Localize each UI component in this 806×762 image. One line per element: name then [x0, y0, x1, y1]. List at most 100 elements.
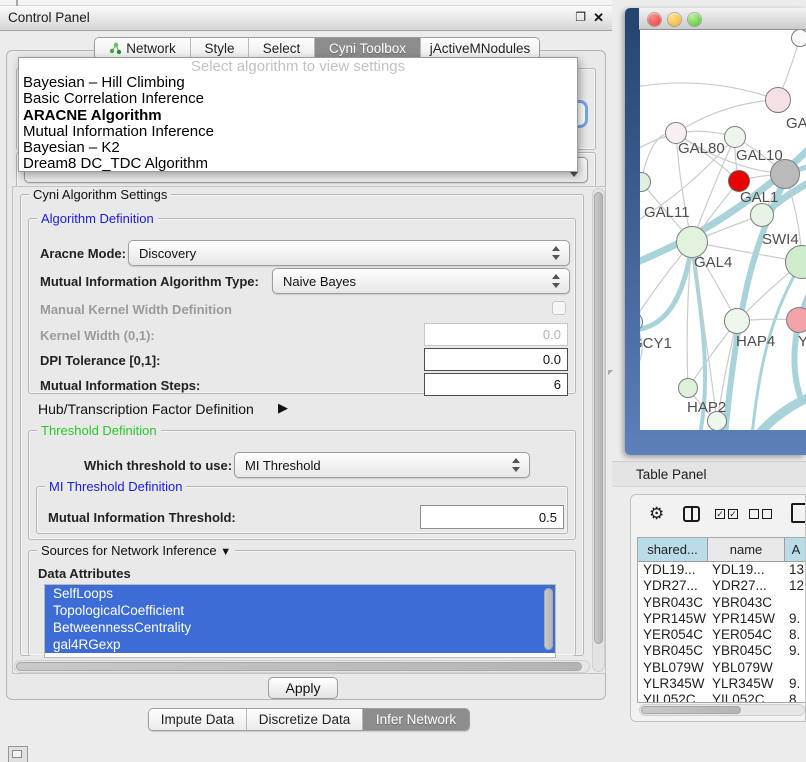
settings-horizontal-scrollbar-thumb[interactable] — [16, 662, 582, 671]
attribute-item-selected[interactable]: gal4RGexp — [45, 636, 555, 653]
tab-impute-data[interactable]: Impute Data — [149, 709, 247, 730]
tab-network[interactable]: Network — [95, 38, 191, 59]
dropdown-option-aracne[interactable]: ARACNE Algorithm — [19, 108, 577, 124]
attribute-item-selected[interactable]: SelfLoops — [45, 585, 555, 602]
graph-node-hap4[interactable] — [724, 308, 750, 334]
manual-kernel-checkbox[interactable] — [552, 301, 566, 315]
dropdown-option[interactable]: Bayesian – K2 — [19, 140, 577, 156]
cell-name: YPR145W — [708, 611, 785, 627]
algorithm-dropdown-popup: Select algorithm to view settings Bayesi… — [18, 57, 578, 172]
table-horizontal-scrollbar-thumb[interactable] — [641, 706, 741, 714]
table-row[interactable]: YER054C YER054C 8. — [638, 627, 806, 643]
cyni-algorithm-settings-title: Cyni Algorithm Settings — [29, 187, 171, 202]
aracne-mode-value: Discovery — [139, 246, 196, 261]
dpi-tolerance-field[interactable]: 0.0 — [424, 348, 568, 371]
attribute-item-selected[interactable]: TopologicalCoefficient — [45, 602, 555, 619]
hub-expand-arrow-icon[interactable]: ▶ — [278, 400, 288, 416]
attribute-item-selected[interactable]: BetweennessCentrality — [45, 619, 555, 636]
mi-steps-field[interactable]: 6 — [424, 373, 568, 396]
mi-steps-label: Mutual Information Steps: — [40, 378, 200, 393]
hub-definition-label[interactable]: Hub/Transcription Factor Definition — [38, 401, 254, 417]
cell-value: 8. — [785, 627, 806, 643]
apply-button[interactable]: Apply — [268, 677, 338, 699]
mi-type-combo[interactable]: Naive Bayes — [272, 268, 570, 294]
tab-discretize-data-label: Discretize Data — [259, 712, 351, 727]
attributes-list-scrollbar[interactable] — [544, 588, 553, 650]
cell-name: YDR27... — [708, 578, 785, 594]
table-settings-gear-icon[interactable]: ⚙ — [649, 504, 664, 524]
node-label: GAL4 — [694, 254, 732, 271]
table-row[interactable]: YLR345W YLR345W 9. — [638, 676, 806, 692]
which-threshold-combo[interactable]: MI Threshold — [234, 452, 530, 478]
sources-title: Sources for Network Inference — [41, 543, 217, 558]
dropdown-option[interactable]: Mutual Information Inference — [19, 124, 577, 140]
sources-collapse-arrow-icon[interactable]: ▼ — [220, 546, 231, 558]
minimize-traffic-light-icon[interactable] — [668, 13, 681, 26]
table-row[interactable]: YDL19... YDL19... 13 — [638, 562, 806, 578]
cell-shared: YLR345W — [638, 676, 708, 692]
splitter-resize-handle[interactable] — [608, 370, 614, 377]
aracne-mode-combo[interactable]: Discovery — [128, 240, 570, 266]
mi-type-label: Mutual Information Algorithm Type: — [40, 274, 259, 289]
dropdown-option[interactable]: Basic Correlation Inference — [19, 91, 577, 107]
mi-steps-value: 6 — [554, 377, 561, 392]
graph-node[interactable] — [765, 87, 791, 113]
combo-arrows-icon — [552, 274, 560, 288]
tab-select-label: Select — [263, 41, 301, 56]
cell-name: YBR045C — [708, 643, 785, 659]
tab-select[interactable]: Select — [249, 38, 315, 59]
mi-threshold-value: 0.5 — [539, 510, 557, 525]
cell-name: YDL19... — [708, 562, 785, 578]
column-header-shared[interactable]: shared... — [638, 538, 708, 562]
column-header-name[interactable]: name — [708, 538, 785, 562]
dpi-tolerance-label: DPI Tolerance [0,1]: — [40, 353, 160, 368]
control-panel-window: Control Panel ❐ ✕ Network Style Select — [0, 6, 612, 734]
tab-cyni-toolbox[interactable]: Cyni Toolbox — [315, 38, 421, 59]
tab-style[interactable]: Style — [191, 38, 249, 59]
table-row[interactable]: YDR27... YDR27... 12 — [638, 578, 806, 594]
tab-jactivemnodules[interactable]: jActiveMNodules — [421, 38, 539, 59]
graph-node-gal10[interactable] — [724, 126, 746, 148]
cell-shared: YDR27... — [638, 578, 708, 594]
dropdown-option[interactable]: Bayesian – Hill Climbing — [19, 75, 577, 91]
cell-shared: YER054C — [638, 627, 708, 643]
zoom-traffic-light-icon[interactable] — [688, 13, 701, 26]
tab-impute-data-label: Impute Data — [161, 712, 235, 727]
graph-node-hap2[interactable] — [678, 378, 698, 398]
table-row[interactable]: YPR145W YPR145W 9. — [638, 611, 806, 627]
dpi-tolerance-value: 0.0 — [543, 352, 561, 367]
node-label: GAL80 — [678, 140, 725, 157]
table-row[interactable]: YBL079W YBL079W — [638, 660, 806, 676]
node-label: GAL10 — [736, 147, 783, 164]
table-row[interactable]: YIL052C YIL052C 8. — [638, 692, 806, 703]
combo-arrows-icon — [512, 458, 520, 472]
cell-shared: YBL079W — [638, 660, 708, 676]
split-columns-icon[interactable] — [683, 506, 700, 522]
graph-node-swi4[interactable] — [750, 203, 774, 227]
network-canvas[interactable]: GAL GAL80 GAL10 GAL1 GAL11 SWI4 GAL4 GCY… — [640, 30, 806, 430]
dropdown-option[interactable]: Dream8 DC_TDC Algorithm — [19, 156, 577, 172]
select-all-checkboxes-icon[interactable]: ✓ ✓ — [715, 509, 739, 520]
mi-threshold-field[interactable]: 0.5 — [420, 505, 564, 529]
close-traffic-light-icon[interactable] — [648, 13, 661, 26]
network-window-titlebar[interactable] — [639, 8, 806, 30]
table-row[interactable]: YBR043C YBR043C — [638, 595, 806, 611]
node-label: GAL11 — [644, 204, 690, 221]
graph-node-salmon[interactable] — [786, 307, 806, 333]
cell-name: YIL052C — [708, 692, 785, 703]
new-table-document-icon[interactable] — [791, 503, 806, 523]
node-label: HAP4 — [736, 333, 775, 350]
deselect-all-checkboxes-icon[interactable] — [749, 509, 773, 520]
minimized-panel-icon[interactable] — [8, 746, 28, 762]
column-header-next[interactable]: A — [785, 538, 806, 562]
data-attributes-list[interactable]: SelfLoops TopologicalCoefficient Between… — [44, 584, 556, 658]
tab-discretize-data[interactable]: Discretize Data — [247, 709, 363, 730]
graph-node[interactable] — [791, 30, 806, 47]
tab-infer-network[interactable]: Infer Network — [363, 709, 469, 730]
combo-arrows-icon — [552, 246, 560, 260]
float-window-icon[interactable]: ❐ — [575, 10, 586, 24]
settings-vertical-scrollbar-thumb[interactable] — [594, 192, 603, 644]
table-row[interactable]: YBR045C YBR045C 9. — [638, 643, 806, 659]
kernel-width-field[interactable]: 0.0 — [424, 323, 568, 346]
close-window-icon[interactable]: ✕ — [593, 10, 604, 26]
